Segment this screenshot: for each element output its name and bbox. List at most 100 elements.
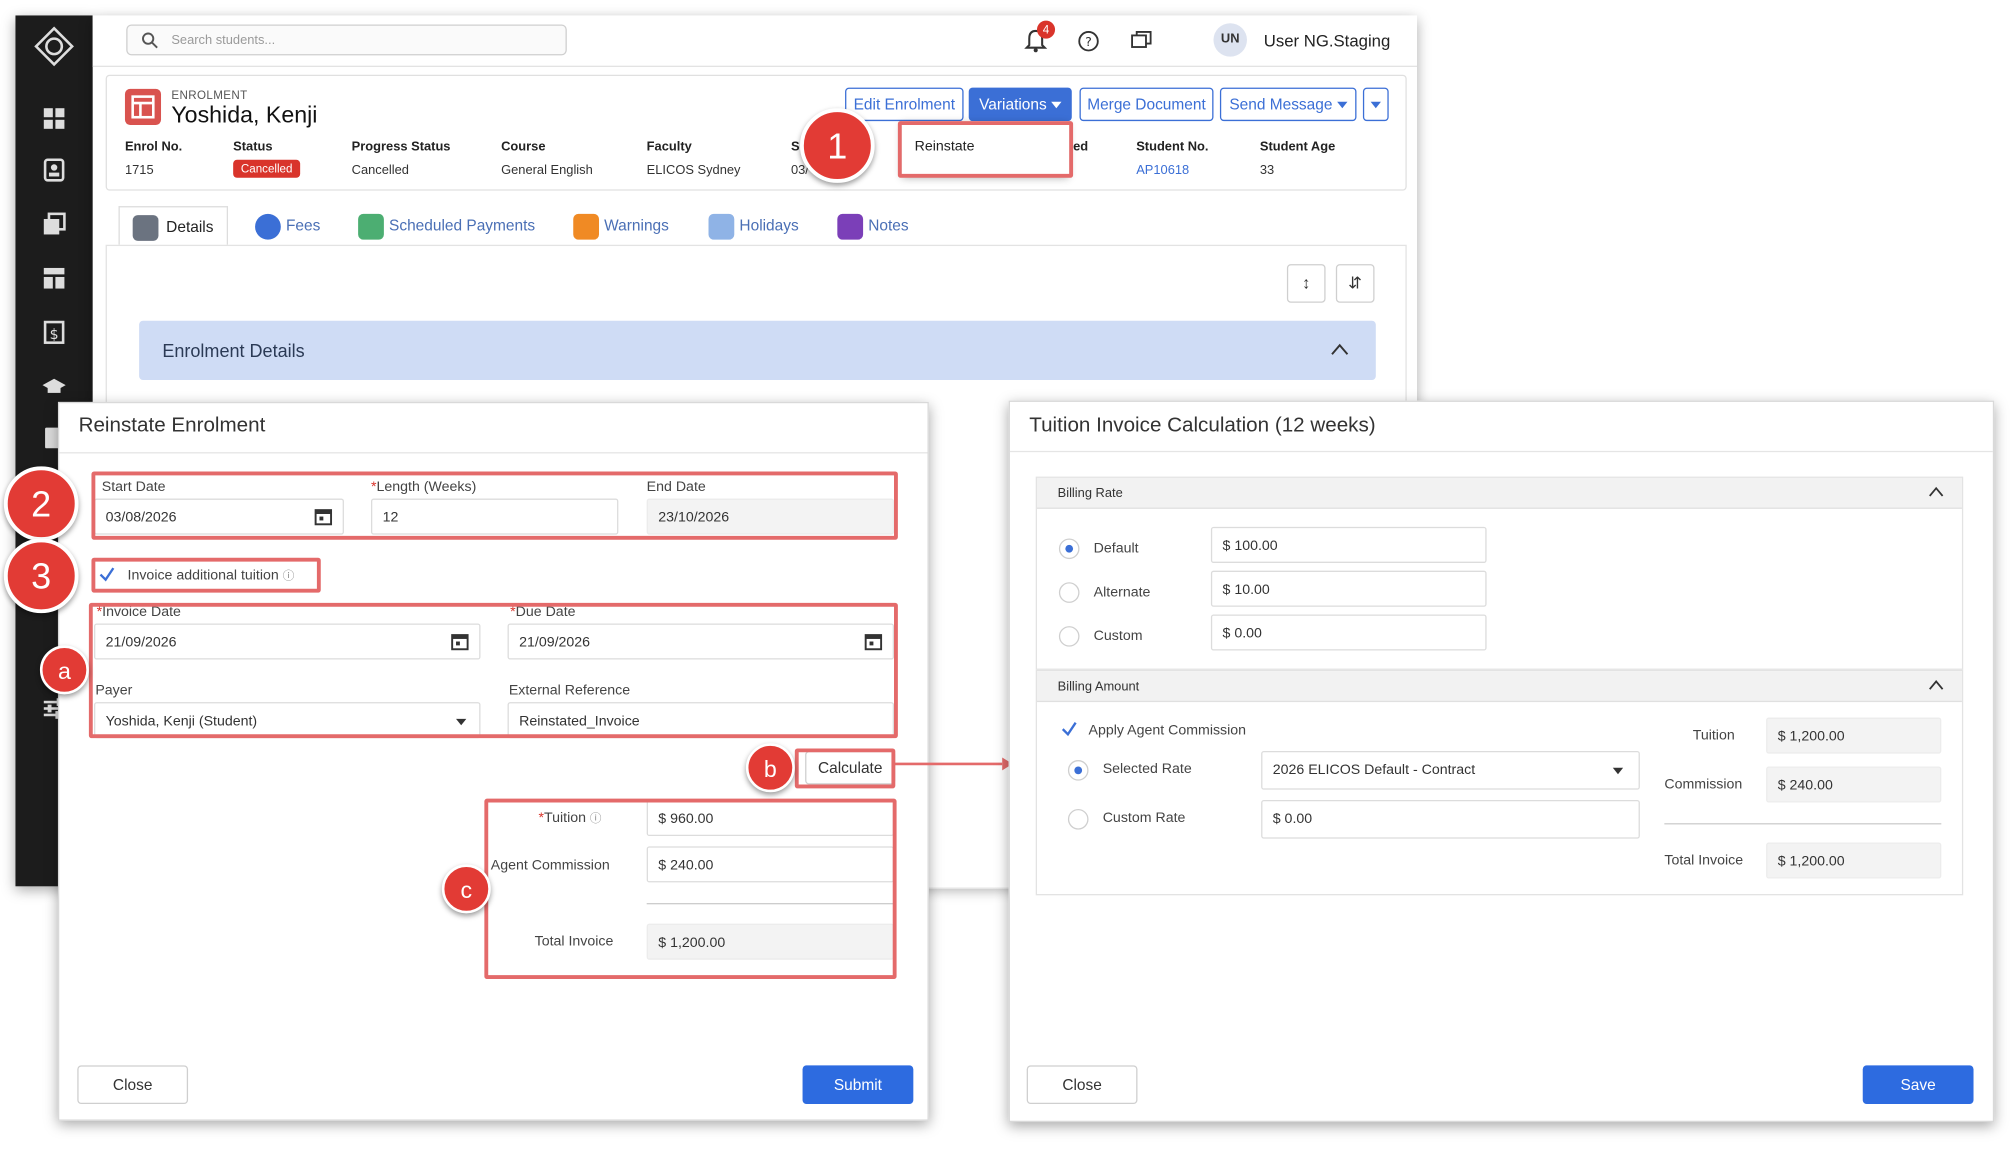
step-marker-a: a [39, 645, 89, 695]
status-badge-text: Cancelled [233, 159, 301, 178]
students-icon[interactable] [41, 157, 67, 183]
annotation-box [88, 602, 898, 739]
custom-rate-radio[interactable] [1067, 808, 1089, 830]
more-options-button[interactable] [1362, 87, 1389, 122]
checkbox-checked-icon[interactable] [1060, 720, 1078, 738]
dialog-title: Tuition Invoice Calculation (12 weeks) [1029, 414, 1376, 437]
course-value: General English [501, 163, 593, 178]
messages-icon[interactable] [1130, 30, 1156, 56]
notification-badge: 4 [1037, 20, 1056, 39]
field-label: Status [233, 140, 273, 155]
tab-fees[interactable]: Fees [255, 206, 320, 245]
student-no-link[interactable]: AP10618 [1136, 164, 1189, 178]
tab-holidays[interactable]: Holidays [708, 206, 799, 245]
status-badge: Cancelled [233, 159, 301, 178]
tab-notes[interactable]: Notes [837, 206, 909, 245]
student-age-value: 33 [1259, 163, 1275, 178]
search-placeholder: Search students... [171, 33, 276, 48]
chevron-up-icon[interactable] [1329, 341, 1350, 356]
enrol-no-value: 1715 [124, 163, 154, 178]
top-bar: Search students... 4 ? UN User NG.Stagin… [92, 15, 1418, 67]
step-marker-1: 1 [799, 108, 875, 183]
fees-icon [255, 213, 281, 240]
commission-field: $ 240.00 [1766, 766, 1942, 803]
search-icon [142, 32, 158, 49]
close-button[interactable]: Close [1026, 1065, 1138, 1104]
default-rate-field[interactable]: $ 100.00 [1210, 526, 1487, 563]
custom-rate-radio[interactable] [1058, 626, 1080, 647]
enrolment-header-card: ENROLMENT Yoshida, Kenji Edit Enrolment … [105, 74, 1407, 191]
annotation-box [484, 798, 897, 980]
selected-rate-select[interactable]: 2026 ELICOS Default - Contract [1261, 751, 1640, 790]
tab-label: Warnings [604, 216, 669, 235]
courses-icon[interactable] [41, 374, 67, 400]
tuition-calculation-dialog: Tuition Invoice Calculation (12 weeks) B… [1008, 400, 1995, 1123]
total-invoice-label: Total Invoice [1664, 852, 1744, 869]
submit-button[interactable]: Submit [802, 1065, 914, 1104]
annotation-box [897, 121, 1074, 178]
tab-scheduled-payments[interactable]: Scheduled Payments [358, 206, 535, 245]
student-name: Yoshida, Kenji [171, 101, 318, 128]
close-button[interactable]: Close [77, 1065, 189, 1104]
send-message-label: Send Message [1229, 95, 1333, 114]
chevron-down-icon [1370, 102, 1381, 109]
step-marker-b: b [745, 743, 795, 793]
svg-text:$: $ [50, 327, 59, 343]
user-name[interactable]: User NG.Staging [1264, 31, 1391, 50]
custom-rate-field[interactable]: $ 0.00 [1261, 799, 1640, 839]
field-label: Student Age [1259, 140, 1336, 155]
billing-rate-header[interactable]: Billing Rate [1037, 477, 1962, 509]
edit-enrolment-button[interactable]: Edit Enrolment [845, 87, 964, 122]
commission-label: Commission [1664, 776, 1743, 793]
default-rate-radio[interactable] [1058, 538, 1080, 560]
alternate-rate-field[interactable]: $ 10.00 [1210, 570, 1487, 607]
search-input[interactable]: Search students... [126, 24, 567, 56]
layout-icon[interactable] [41, 265, 67, 291]
send-message-button[interactable]: Send Message [1219, 87, 1357, 122]
calendar-icon [708, 213, 735, 240]
step-marker-3: 3 [3, 538, 79, 614]
alternate-rate-radio[interactable] [1058, 582, 1080, 603]
rate-label: Alternate [1093, 584, 1151, 601]
avatar[interactable]: UN [1213, 23, 1247, 57]
billing-amount-header[interactable]: Billing Amount [1037, 671, 1962, 703]
documents-icon[interactable] [41, 211, 67, 237]
custom-rate-field[interactable]: $ 0.00 [1210, 614, 1487, 651]
divider [1009, 450, 1993, 453]
total-invoice-field: $ 1,200.00 [1766, 842, 1942, 879]
help-icon[interactable]: ? [1077, 30, 1103, 56]
enrolment-icon [124, 88, 162, 125]
chevron-up-icon[interactable] [1928, 486, 1944, 499]
tab-label: Fees [285, 216, 321, 235]
enrolment-details-panel-header[interactable]: Enrolment Details [139, 320, 1376, 381]
details-icon [132, 215, 159, 241]
expand-all-button[interactable]: ↕ [1286, 264, 1326, 303]
selected-rate-label: Selected Rate [1102, 761, 1192, 777]
collapse-all-button[interactable]: ⇵ [1335, 264, 1375, 303]
finance-icon[interactable]: $ [41, 319, 67, 345]
scheduled-payments-icon [358, 213, 384, 240]
chevron-down-icon [1336, 102, 1348, 109]
tab-warnings[interactable]: Warnings [573, 206, 669, 245]
variations-button[interactable]: Variations [968, 87, 1072, 122]
annotation-box [91, 557, 321, 593]
tab-bar: Details Fees Scheduled Payments Warnings… [106, 196, 1407, 248]
app-logo-icon[interactable] [33, 26, 74, 67]
annotation-box [794, 748, 896, 789]
field-label: Enrol No. [124, 140, 183, 155]
custom-rate-label: Custom Rate [1102, 810, 1186, 826]
enrolment-label: ENROLMENT [171, 88, 248, 102]
chevron-up-icon[interactable] [1928, 679, 1944, 692]
tab-label: Details [166, 217, 214, 236]
merge-document-button[interactable]: Merge Document [1079, 87, 1214, 122]
tab-details[interactable]: Details [118, 206, 228, 245]
save-button[interactable]: Save [1862, 1065, 1974, 1104]
step-marker-c: c [441, 864, 491, 914]
dashboard-icon[interactable] [41, 106, 67, 132]
field-label: Progress Status [351, 140, 451, 155]
step-marker-2: 2 [3, 466, 79, 542]
variations-label: Variations [979, 95, 1047, 114]
apply-commission-label: Apply Agent Commission [1088, 722, 1247, 739]
selected-rate-radio[interactable] [1067, 760, 1089, 781]
chevron-down-icon [1051, 102, 1062, 109]
